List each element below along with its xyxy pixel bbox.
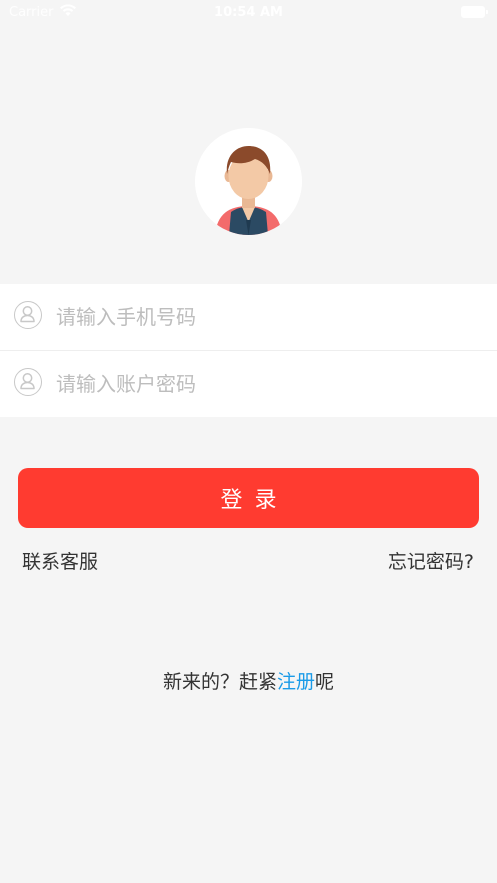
contact-service-link[interactable]: 联系客服 — [22, 547, 98, 574]
user-icon — [14, 368, 42, 396]
phone-input[interactable] — [54, 299, 478, 335]
login-button[interactable]: 登录 — [18, 468, 479, 528]
user-icon — [14, 301, 42, 329]
avatar — [195, 128, 302, 235]
phone-row — [0, 284, 497, 350]
register-link[interactable]: 注册 — [277, 671, 315, 693]
password-row — [0, 351, 497, 417]
login-fields — [0, 284, 497, 417]
status-bar: Carrier 10:54 AM — [0, 0, 497, 26]
status-time: 10:54 AM — [214, 5, 283, 20]
battery-icon — [461, 6, 488, 18]
register-suffix: 呢 — [315, 671, 335, 693]
avatar-icon — [195, 128, 302, 235]
register-prefix: 新来的？赶紧 — [162, 671, 277, 693]
forgot-password-link[interactable]: 忘记密码? — [388, 547, 474, 574]
password-input[interactable] — [54, 366, 478, 402]
register-prompt: 新来的？赶紧注册呢 — [0, 667, 497, 694]
